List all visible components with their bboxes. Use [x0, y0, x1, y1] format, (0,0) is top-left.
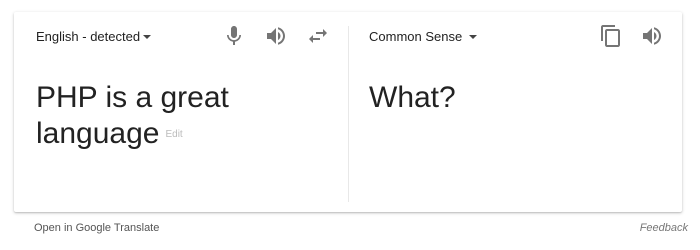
edit-link[interactable]: Edit [165, 129, 182, 140]
target-language-select[interactable]: Common Sense [369, 29, 478, 44]
chevron-down-icon [469, 34, 478, 39]
source-text: PHP is a great language [36, 81, 229, 150]
target-pane: Common Sense What? [349, 12, 682, 212]
translated-text: What? [369, 81, 456, 114]
target-toolbar: Common Sense [349, 22, 682, 50]
target-language-label: Common Sense [369, 29, 463, 44]
listen-source-button[interactable] [264, 24, 288, 48]
source-pane: English - detected PHP is a great langua… [14, 12, 348, 212]
microphone-button[interactable] [222, 24, 246, 48]
swap-languages-button[interactable] [306, 24, 330, 48]
source-text-block[interactable]: PHP is a great language Edit [36, 80, 316, 153]
speaker-icon [267, 27, 285, 45]
listen-translation-button[interactable] [640, 24, 664, 48]
open-in-google-translate-link[interactable]: Open in Google Translate [34, 222, 159, 234]
speaker-icon [643, 27, 661, 45]
microphone-icon [227, 26, 241, 45]
chevron-down-icon [143, 34, 152, 39]
copy-icon [601, 25, 620, 47]
translate-card: English - detected PHP is a great langua… [14, 12, 682, 212]
source-language-label: English - detected [36, 29, 141, 44]
source-language-select[interactable]: English - detected [36, 29, 152, 44]
copy-translation-button[interactable] [599, 24, 623, 48]
feedback-link[interactable]: Feedback [640, 222, 688, 234]
swap-arrows-icon [309, 29, 327, 43]
source-toolbar: English - detected [14, 22, 348, 50]
